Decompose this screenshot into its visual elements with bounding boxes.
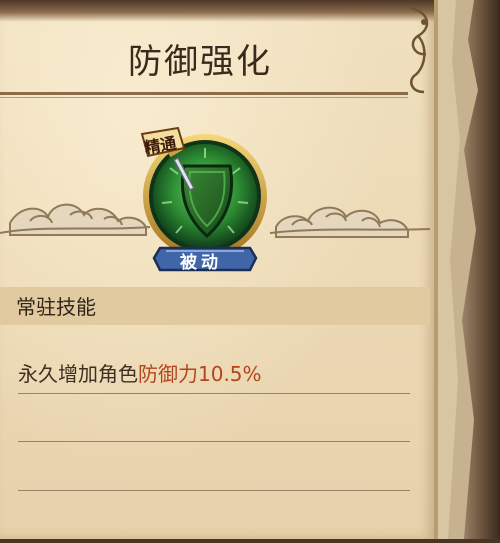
badge-bottom-text: 被动 bbox=[180, 253, 222, 273]
side-torn-paper bbox=[434, 0, 478, 539]
title-divider bbox=[0, 92, 408, 95]
corner-ornament bbox=[409, 6, 429, 94]
title-divider-thin bbox=[0, 97, 408, 98]
text-line bbox=[18, 441, 410, 442]
description-value: 10.5% bbox=[198, 362, 262, 386]
skill-icon[interactable]: 精通 被动 bbox=[130, 118, 280, 278]
description-highlight: 防御力 bbox=[138, 362, 198, 386]
skill-category: 常驻技能 bbox=[16, 295, 96, 319]
skill-title: 防御强化 bbox=[128, 42, 272, 82]
side-panel-edge bbox=[434, 0, 500, 539]
description-prefix: 永久增加角色 bbox=[18, 362, 138, 386]
text-line bbox=[18, 490, 410, 491]
text-line bbox=[18, 393, 410, 394]
card-top-edge bbox=[0, 0, 434, 22]
skill-description: 永久增加角色防御力10.5% bbox=[18, 358, 262, 387]
